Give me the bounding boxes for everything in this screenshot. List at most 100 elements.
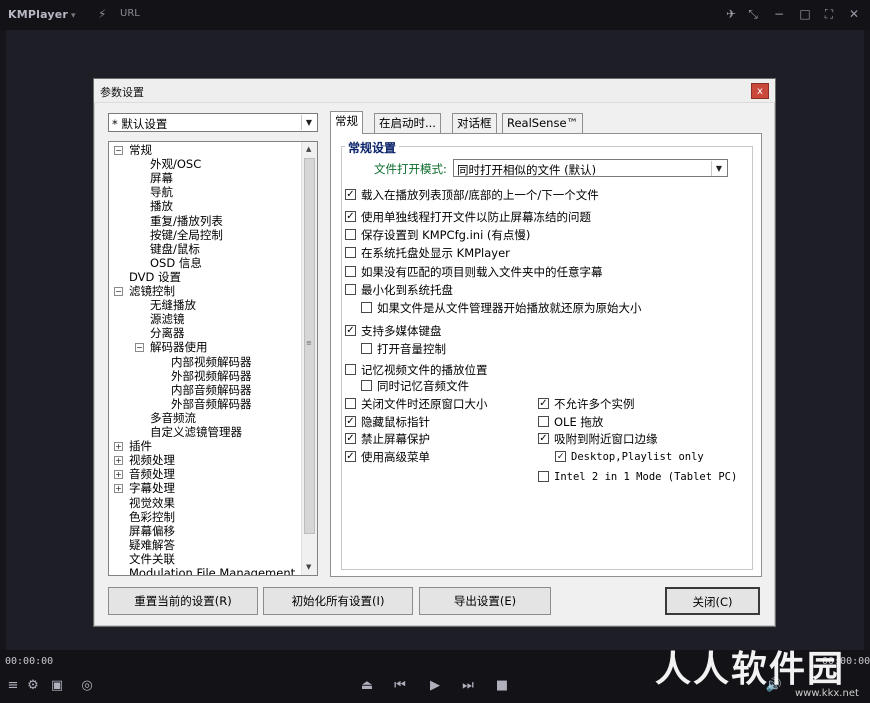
- tree-collapse-icon[interactable]: −: [114, 287, 123, 296]
- checkmark-icon[interactable]: ✓: [345, 433, 356, 444]
- close-button[interactable]: 关闭(C): [665, 587, 760, 615]
- next-icon[interactable]: ⏭: [459, 678, 477, 693]
- tree-item[interactable]: DVD 设置: [129, 270, 181, 284]
- dialog-close-button[interactable]: x: [751, 83, 769, 99]
- tree-item[interactable]: 文件关联: [129, 552, 175, 566]
- tree-item[interactable]: 视觉效果: [129, 496, 175, 510]
- option-checkbox[interactable]: 最小化到系统托盘: [345, 283, 453, 297]
- maximize-icon[interactable]: □: [796, 5, 814, 23]
- tree-item[interactable]: OSD 信息: [150, 256, 202, 270]
- bolt-icon[interactable]: ⚡: [98, 7, 106, 21]
- tree-item[interactable]: 播放: [150, 199, 173, 213]
- export-settings-button[interactable]: 导出设置(E): [419, 587, 551, 615]
- tree-item[interactable]: 屏幕: [150, 171, 173, 185]
- tab-dialogs[interactable]: 对话框: [452, 113, 497, 133]
- option-checkbox[interactable]: ✓ 支持多媒体键盘: [345, 324, 442, 338]
- settings-gear-icon[interactable]: ⚙: [24, 678, 42, 693]
- option-checkbox[interactable]: ✓ 隐藏鼠标指针: [345, 415, 430, 429]
- tab-general[interactable]: 常规: [330, 111, 363, 134]
- pin-icon[interactable]: ✈: [722, 5, 740, 23]
- option-checkbox[interactable]: 如果没有匹配的项目则载入文件夹中的任意字幕: [345, 265, 603, 279]
- play-icon[interactable]: ▶: [426, 678, 444, 693]
- tree-item[interactable]: 分离器: [150, 326, 185, 340]
- tree-item[interactable]: 外部音频解码器: [171, 397, 252, 411]
- tree-item[interactable]: 字幕处理: [129, 481, 175, 495]
- tree-expand-icon[interactable]: +: [114, 484, 123, 494]
- tree-item[interactable]: 插件: [129, 439, 152, 453]
- settings-tree[interactable]: − 常规 外观/OSC 屏幕 导航 播放 重复/播放列表 按键/全局控制 键盘/鼠标 OSD 信息…: [108, 141, 318, 576]
- checkbox-empty-icon[interactable]: [345, 398, 356, 409]
- app-menu-button[interactable]: KMPlayer ▾: [8, 8, 76, 21]
- previous-icon[interactable]: ⏮: [391, 678, 409, 693]
- option-checkbox[interactable]: 打开音量控制: [361, 342, 446, 356]
- option-checkbox[interactable]: 在系统托盘处显示 KMPlayer: [345, 246, 510, 260]
- option-checkbox[interactable]: ✓ 吸附到附近窗口边缘: [538, 432, 658, 446]
- option-checkbox[interactable]: ✓ 使用单独线程打开文件以防止屏幕冻结的问题: [345, 210, 591, 224]
- option-checkbox[interactable]: ✓ 使用高级菜单: [345, 450, 430, 464]
- option-checkbox[interactable]: 记忆视频文件的播放位置: [345, 363, 488, 377]
- tree-expand-icon[interactable]: +: [114, 456, 123, 466]
- fullscreen-icon[interactable]: ⛶: [820, 5, 838, 23]
- checkbox-empty-icon[interactable]: [345, 247, 356, 258]
- tree-scrollbar[interactable]: ▲ ≡ ▼: [301, 142, 317, 575]
- checkbox-empty-icon[interactable]: [361, 302, 372, 313]
- tree-item[interactable]: 重复/播放列表: [150, 214, 223, 228]
- checkbox-empty-icon[interactable]: [345, 364, 356, 375]
- checkmark-icon[interactable]: ✓: [345, 325, 356, 336]
- tree-item[interactable]: 无缝播放: [150, 298, 196, 312]
- tree-item[interactable]: 色彩控制: [129, 510, 175, 524]
- checkmark-icon[interactable]: ✓: [345, 416, 356, 427]
- tree-item[interactable]: 导航: [150, 185, 173, 199]
- tree-expand-icon[interactable]: +: [114, 442, 123, 452]
- url-button[interactable]: URL: [120, 8, 140, 19]
- checkmark-icon[interactable]: ✓: [345, 211, 356, 222]
- option-checkbox[interactable]: ✓ 禁止屏幕保护: [345, 432, 430, 446]
- option-checkbox[interactable]: 同时记忆音频文件: [361, 379, 469, 393]
- tree-item[interactable]: 疑难解答: [129, 538, 175, 552]
- checkbox-empty-icon[interactable]: [345, 229, 356, 240]
- option-checkbox[interactable]: ✓ 不允许多个实例: [538, 397, 635, 411]
- preset-select[interactable]: * 默认设置 ▼: [108, 113, 318, 132]
- option-checkbox[interactable]: 如果文件是从文件管理器开始播放就还原为原始大小: [361, 301, 642, 315]
- close-icon[interactable]: ✕: [845, 5, 863, 23]
- tree-item[interactable]: 按键/全局控制: [150, 228, 223, 242]
- tree-item[interactable]: 内部视频解码器: [171, 355, 252, 369]
- minimize-icon[interactable]: −: [770, 5, 788, 23]
- tree-item[interactable]: 外部视频解码器: [171, 369, 252, 383]
- tree-item[interactable]: 多音频流: [150, 411, 196, 425]
- tree-item[interactable]: 音频处理: [129, 467, 175, 481]
- tree-item[interactable]: 内部音频解码器: [171, 383, 252, 397]
- tree-item[interactable]: 常规: [129, 143, 152, 157]
- option-checkbox[interactable]: 保存设置到 KMPCfg.ini (有点慢): [345, 228, 530, 242]
- minimize-to-corner-icon[interactable]: ⤡: [744, 5, 762, 23]
- checkbox-empty-icon[interactable]: [361, 380, 372, 391]
- checkbox-empty-icon[interactable]: [538, 471, 549, 482]
- vr-icon[interactable]: ◎: [78, 678, 96, 693]
- checkmark-icon[interactable]: ✓: [345, 189, 356, 200]
- tree-item[interactable]: 自定义滤镜管理器: [150, 425, 242, 439]
- option-checkbox[interactable]: ✓ 载入在播放列表顶部/底部的上一个/下一个文件: [345, 188, 599, 202]
- reset-settings-button[interactable]: 重置当前的设置(R): [108, 587, 258, 615]
- checkbox-empty-icon[interactable]: [538, 416, 549, 427]
- open-mode-select[interactable]: 同时打开相似的文件 (默认) ▼: [453, 159, 728, 177]
- checkbox-empty-icon[interactable]: [345, 284, 356, 295]
- checkmark-icon[interactable]: ✓: [538, 398, 549, 409]
- checkbox-empty-icon[interactable]: [345, 266, 356, 277]
- eject-icon[interactable]: ⏏: [358, 678, 376, 693]
- option-checkbox[interactable]: ✓ Desktop,Playlist only: [555, 450, 704, 464]
- tree-item[interactable]: Modulation File Management: [129, 566, 295, 575]
- tree-item[interactable]: 屏幕偏移: [129, 524, 175, 538]
- tree-item[interactable]: 滤镜控制: [129, 284, 175, 298]
- 3d-icon[interactable]: ▣: [48, 678, 66, 693]
- tree-collapse-icon[interactable]: −: [135, 343, 144, 353]
- initialize-all-button[interactable]: 初始化所有设置(I): [263, 587, 413, 615]
- menu-icon[interactable]: ≡: [4, 678, 22, 693]
- tab-realsense[interactable]: RealSense™: [502, 113, 584, 133]
- tree-collapse-icon[interactable]: −: [114, 146, 123, 155]
- scroll-up-icon[interactable]: ▲: [306, 145, 311, 153]
- scroll-down-icon[interactable]: ▼: [306, 563, 311, 571]
- option-checkbox[interactable]: Intel 2 in 1 Mode (Tablet PC): [538, 470, 737, 484]
- option-checkbox[interactable]: OLE 拖放: [538, 415, 603, 429]
- checkbox-empty-icon[interactable]: [361, 343, 372, 354]
- tree-item[interactable]: 源滤镜: [150, 312, 185, 326]
